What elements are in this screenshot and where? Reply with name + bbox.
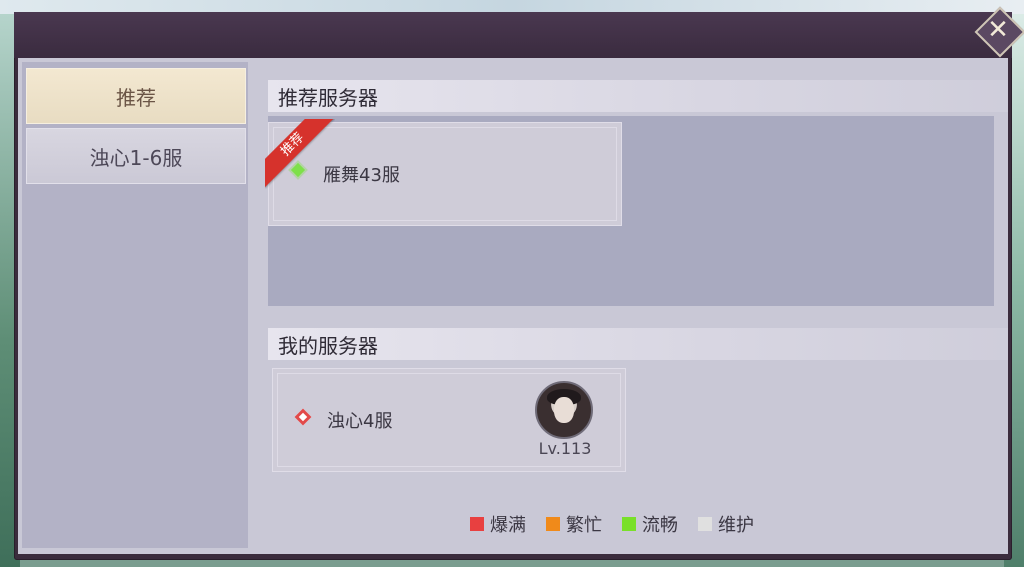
panel-body: 推荐 浊心1-6服 推荐服务器 推荐 雁舞43服 我的服务器 浊心4服 Lv.1… <box>18 58 1008 554</box>
legend-label: 爆满 <box>490 515 526 536</box>
legend-label: 流畅 <box>642 515 678 536</box>
character-level: Lv.113 <box>538 439 592 458</box>
legend-item-maintenance: 维护 <box>698 511 754 537</box>
close-icon: ✕ <box>987 15 1009 45</box>
panel-header <box>14 12 1012 58</box>
recommended-servers-area: 推荐 雁舞43服 <box>265 116 994 306</box>
server-select-panel: 推荐 浊心1-6服 推荐服务器 推荐 雁舞43服 我的服务器 浊心4服 Lv.1… <box>14 12 1012 560</box>
server-name: 雁舞43服 <box>323 165 400 186</box>
recommended-server-card[interactable]: 推荐 雁舞43服 <box>265 119 622 226</box>
character-avatar <box>535 381 593 439</box>
sidebar-item-label: 推荐 <box>116 85 156 110</box>
legend-swatch-full <box>470 517 484 531</box>
legend-item-smooth: 流畅 <box>622 511 678 537</box>
legend-label: 维护 <box>718 515 754 536</box>
close-button[interactable]: ✕ <box>974 6 1024 58</box>
sidebar-item-group[interactable]: 浊心1-6服 <box>26 128 246 184</box>
recommended-servers-title: 推荐服务器 <box>268 80 1008 112</box>
legend-swatch-busy <box>546 517 560 531</box>
avatar-face <box>554 397 574 423</box>
server-status-legend: 爆满 繁忙 流畅 维护 <box>470 510 754 538</box>
server-group-sidebar: 推荐 浊心1-6服 <box>22 62 248 548</box>
legend-swatch-maintenance <box>698 517 712 531</box>
legend-item-busy: 繁忙 <box>546 511 602 537</box>
legend-item-full: 爆满 <box>470 511 526 537</box>
sidebar-item-label: 浊心1-6服 <box>89 145 183 170</box>
legend-label: 繁忙 <box>566 515 602 536</box>
server-name: 浊心4服 <box>327 411 393 432</box>
sidebar-item-recommended[interactable]: 推荐 <box>26 68 246 124</box>
legend-swatch-smooth <box>622 517 636 531</box>
my-server-card[interactable]: 浊心4服 Lv.113 <box>272 368 626 472</box>
my-servers-title: 我的服务器 <box>268 328 1008 360</box>
